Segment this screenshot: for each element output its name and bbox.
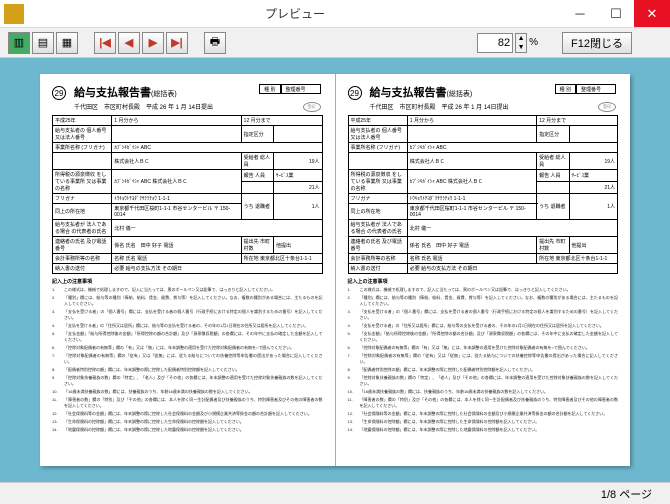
note-item: 3.「支払を受ける者」の「個人番号」欄には、支払を受ける者の個人番号（行政手続に… [348,309,619,321]
first-page-button[interactable]: |◀ [94,32,116,54]
note-item: 9.「控除対象扶養親族の数」欄の「特定」、「老人」及び「その他」の各欄には、年末… [348,375,619,387]
seal: 受印 [303,102,321,112]
note-item: 9.「控除対象扶養親族の数」欄の「特定」、「老人」及び「その他」の各欄には、年末… [52,375,323,387]
note-item: 12.「社会保険料等の金額」欄には、年末調整の際に控除した社会保険料の金額及び小… [348,411,619,417]
doc-number: 29 [348,86,362,100]
form-table: 平成25年1 月分から12 月分まで給与支払者の 個人番号又は法人番号指定区分事… [52,115,323,274]
note-item: 11.「障害者の数」欄の「特別」及び「その他」の各欄には、本人を除く同一生計配偶… [348,397,619,409]
notes: 1.この様式は、機械で処理しますので、記入に当たっては、黒のボールペン又は鉛筆で… [52,287,323,433]
note-item: 7.「控除対象配偶者の有無等」欄の「従有」又は「従無」には、従たる給与についての… [348,353,619,365]
note-item: 1.この様式は、機械で処理しますので、記入に当たっては、黒のボールペン又は鉛筆で… [348,287,619,293]
note-item: 1.この様式は、機械で処理しますので、記入に当たっては、黒のボールペン又は鉛筆で… [52,287,323,293]
zoom-input[interactable] [477,33,513,53]
window-title: プレビュー [28,5,562,22]
preview-area: 29給与支払報告書(総括表)千代田区 市区町村長殿 平成 26 年 1 月 14… [0,58,670,482]
toolbar: ▥ ▤ ▦ |◀ ◀ ▶ ▶| 🖶 ▲▼ % F12閉じる [0,28,670,58]
view-double-button[interactable]: ▤ [32,32,54,54]
last-page-button[interactable]: ▶| [166,32,188,54]
note-item: 11.「障害者の数」欄の「特別」及び「その他」の各欄には、本人を除く同一生計配偶… [52,397,323,409]
doc-addr: 千代田区 市区町村長殿 平成 26 年 1 月 14日提出 [370,102,619,111]
notes-title: 記入上の注意事項 [52,278,323,285]
note-item: 13.「生命保険料の控除額」欄には、年末調整の際に控除した生命保険料の控除額を記… [52,419,323,425]
maximize-button[interactable]: ☐ [598,0,634,27]
note-item: 5.「支払金額」「給与所得控除後の金額」「所得控除の額の合計額」及び「源泉徴収税… [348,331,619,343]
close-button[interactable]: ✕ [634,0,670,27]
form-table: 平成25年1 月分から12 月分まで給与支払者の 個人番号又は法人番号指定区分事… [348,115,619,274]
note-item: 8.「配偶者特別控除の額」欄には、年末調整の際に控除した配偶者特別控除額を記入し… [52,367,323,373]
note-item: 4.「支払を受ける者」の「住所又は居所」欄には、給与等の支払を受ける者の、その年… [52,323,323,329]
print-button[interactable]: 🖶 [204,32,226,54]
note-item: 3.「支払を受ける者」の「個人番号」欄には、支払を受ける者の個人番号（行政手続に… [52,309,323,321]
note-item: 10.「16歳未満扶養親族の数」欄には、扶養親族のうち、年齢16歳未満の扶養親族… [348,389,619,395]
zoom-control: ▲▼ % [477,33,538,53]
note-item: 2.「種別」欄には、給与等の種別（俸給、給料、賃金、歳費、賞与等）を記入してくだ… [348,295,619,307]
note-item: 13.「生命保険料の控除額」欄には、年末調整の際に控除した生命保険料の控除額を記… [348,419,619,425]
note-item: 6.「控除対象配偶者の有無等」欄の「有」又は「無」には、年末調整の適用を受けた控… [52,345,323,351]
notes: 1.この様式は、機械で処理しますので、記入に当たっては、黒のボールペン又は鉛筆で… [348,287,619,433]
status-bar: 1/8 ページ [0,482,670,504]
f12-close-button[interactable]: F12閉じる [562,32,632,54]
app-icon [4,4,24,24]
next-page-button[interactable]: ▶ [142,32,164,54]
prev-page-button[interactable]: ◀ [118,32,140,54]
zoom-spinner[interactable]: ▲▼ [515,33,527,53]
doc-number: 29 [52,86,66,100]
notes-title: 記入上の注意事項 [348,278,619,285]
top-box: 種 別整理番号 [555,84,616,94]
sheet: 29給与支払報告書(総括表)千代田区 市区町村長殿 平成 26 年 1 月 14… [40,74,630,466]
top-box: 種 別整理番号 [259,84,320,94]
note-item: 6.「控除対象配偶者の有無等」欄の「有」又は「無」には、年末調整の適用を受けた控… [348,345,619,351]
note-item: 14.「地震保険料の控除額」欄には、年末調整の際に控除した地震保険料の控除額を記… [52,427,323,433]
note-item: 2.「種別」欄には、給与等の種別（俸給、給料、賃金、歳費、賞与等）を記入してくだ… [52,295,323,307]
doc-addr: 千代田区 市区町村長殿 平成 26 年 1 月 14日提出 [74,102,323,111]
note-item: 5.「支払金額」「給与所得控除後の金額」「所得控除の額の合計額」及び「源泉徴収税… [52,331,323,343]
seal: 受印 [598,102,616,112]
title-bar: プレビュー ─ ☐ ✕ [0,0,670,28]
note-item: 4.「支払を受ける者」の「住所又は居所」欄には、給与等の支払を受ける者の、その年… [348,323,619,329]
view-single-button[interactable]: ▥ [8,32,30,54]
page-indicator: 1/8 ページ [601,486,652,502]
note-item: 12.「社会保険料等の金額」欄には、年末調整の際に控除した社会保険料の金額及び小… [52,411,323,417]
page-left: 29給与支払報告書(総括表)千代田区 市区町村長殿 平成 26 年 1 月 14… [40,74,336,466]
note-item: 8.「配偶者特別控除の額」欄には、年末調整の際に控除した配偶者特別控除額を記入し… [348,367,619,373]
view-page-button[interactable]: ▦ [56,32,78,54]
note-item: 7.「控除対象配偶者の有無等」欄の「従有」又は「従無」には、従たる給与についての… [52,353,323,365]
minimize-button[interactable]: ─ [562,0,598,27]
zoom-pct-label: % [529,37,538,48]
page-right: 29給与支払報告書(総括表)千代田区 市区町村長殿 平成 26 年 1 月 14… [336,74,631,466]
note-item: 14.「地震保険料の控除額」欄には、年末調整の際に控除した地震保険料の控除額を記… [348,427,619,433]
note-item: 10.「16歳未満扶養親族の数」欄には、扶養親族のうち、年齢16歳未満の扶養親族… [52,389,323,395]
